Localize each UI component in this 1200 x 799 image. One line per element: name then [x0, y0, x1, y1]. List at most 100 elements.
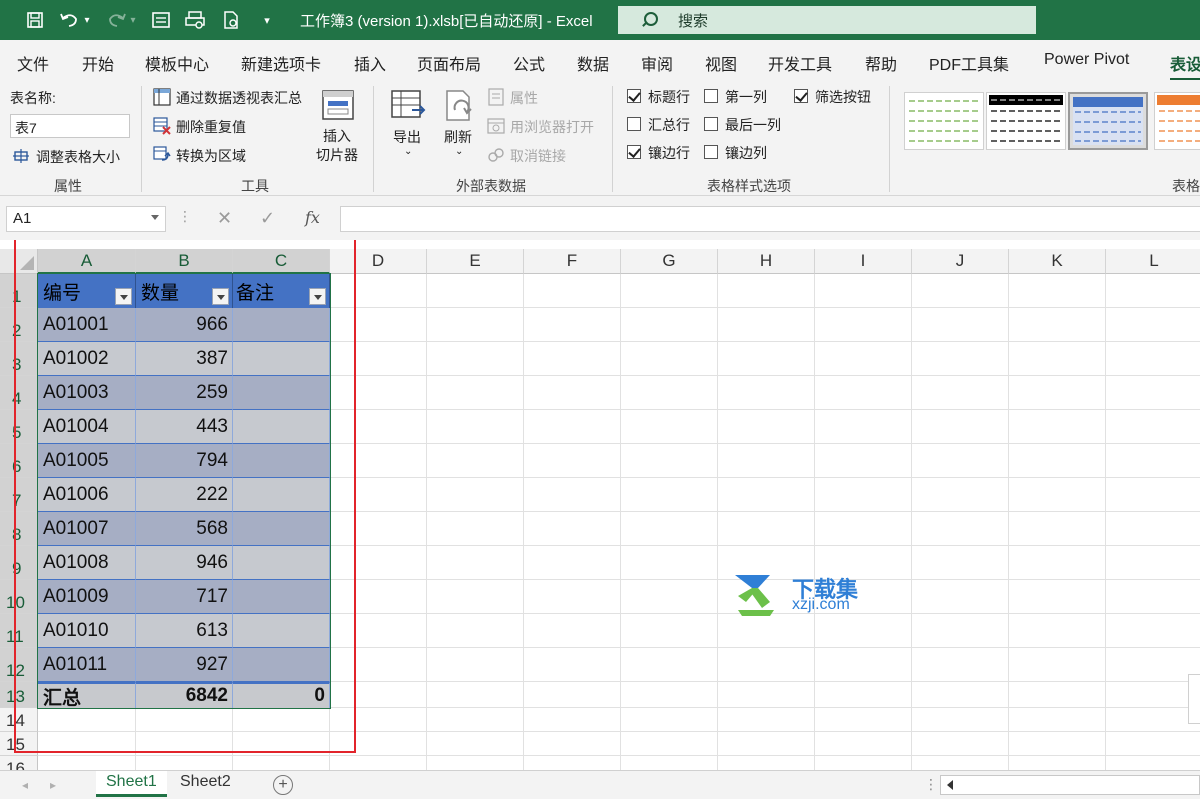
- row-header-1[interactable]: 1: [0, 274, 38, 308]
- column-header-k[interactable]: K: [1009, 249, 1106, 274]
- tab-developer[interactable]: 开发工具: [768, 51, 832, 75]
- column-header-h[interactable]: H: [718, 249, 815, 274]
- document-icon[interactable]: [218, 8, 244, 32]
- column-header-i[interactable]: I: [815, 249, 912, 274]
- select-all-corner[interactable]: [0, 249, 38, 274]
- column-header-j[interactable]: J: [912, 249, 1009, 274]
- last-column-checkbox[interactable]: [704, 117, 718, 131]
- row-header-14[interactable]: 14: [0, 708, 38, 732]
- sheet-tab-sheet2[interactable]: Sheet2: [170, 771, 241, 797]
- name-box-dropdown-icon[interactable]: [151, 215, 159, 220]
- next-sheet-icon[interactable]: ▸: [50, 778, 56, 792]
- horizontal-scrollbar[interactable]: [940, 775, 1200, 795]
- row-header-4[interactable]: 4: [0, 376, 38, 410]
- export-icon: [391, 90, 426, 118]
- tab-splitter-icon[interactable]: ⋮: [924, 776, 938, 793]
- row-header-16[interactable]: 16: [0, 756, 38, 770]
- tab-help[interactable]: 帮助: [865, 51, 897, 75]
- enter-icon[interactable]: ✓: [260, 208, 275, 229]
- gridline: [523, 274, 524, 770]
- save-icon[interactable]: [22, 8, 48, 32]
- ribbon: 表名称: 表7 调整表格大小 属性 通过数据透视表汇总 删除重复值 转换为区域 …: [0, 80, 1200, 196]
- tab-formulas[interactable]: 公式: [513, 51, 545, 75]
- banded-columns-checkbox[interactable]: [704, 145, 718, 159]
- tab-power-pivot[interactable]: Power Pivot: [1044, 51, 1129, 69]
- banded-rows-label: 镶边行: [648, 145, 690, 161]
- table-style-green[interactable]: [904, 92, 984, 150]
- form-icon[interactable]: [148, 8, 174, 32]
- column-header-b[interactable]: B: [136, 249, 233, 274]
- gridline: [38, 731, 1200, 732]
- first-column-checkbox[interactable]: [704, 89, 718, 103]
- tab-new-tab[interactable]: 新建选项卡: [241, 51, 321, 75]
- cancel-icon[interactable]: ✕: [217, 208, 232, 229]
- first-column-label: 第一列: [725, 89, 767, 105]
- unlink-label: 取消链接: [510, 148, 566, 164]
- undo-dropdown-icon[interactable]: ▾: [80, 8, 94, 32]
- table-style-blue-selected[interactable]: [1068, 92, 1148, 150]
- sheet-tab-sheet1[interactable]: Sheet1: [96, 771, 167, 797]
- row-header-13[interactable]: 13: [0, 682, 38, 708]
- row-header-9[interactable]: 9: [0, 546, 38, 580]
- search-box[interactable]: 搜索: [618, 6, 1036, 34]
- tab-file[interactable]: 文件: [17, 51, 49, 75]
- column-header-a[interactable]: A: [38, 249, 136, 274]
- name-box[interactable]: A1: [6, 206, 166, 232]
- row-header-7[interactable]: 7: [0, 478, 38, 512]
- tab-home[interactable]: 开始: [82, 51, 114, 75]
- tab-insert[interactable]: 插入: [354, 51, 386, 75]
- group-label-properties: 属性: [54, 178, 82, 194]
- scroll-left-icon[interactable]: [947, 780, 953, 790]
- vertical-scrollbar[interactable]: [1188, 674, 1200, 724]
- column-header-c[interactable]: C: [233, 249, 330, 274]
- header-row-checkbox[interactable]: [627, 89, 641, 103]
- filter-button-checkbox[interactable]: [794, 89, 808, 103]
- row-header-3[interactable]: 3: [0, 342, 38, 376]
- table-name-label: 表名称:: [10, 90, 56, 106]
- watermark-url: xzji.com: [792, 596, 850, 613]
- add-sheet-icon[interactable]: +: [273, 775, 293, 795]
- row-header-8[interactable]: 8: [0, 512, 38, 546]
- tab-data[interactable]: 数据: [577, 51, 609, 75]
- header-row-label: 标题行: [648, 89, 690, 105]
- row-header-12[interactable]: 12: [0, 648, 38, 682]
- prev-sheet-icon[interactable]: ◂: [22, 778, 28, 792]
- tab-page-layout[interactable]: 页面布局: [417, 51, 481, 75]
- row-header-15[interactable]: 15: [0, 732, 38, 756]
- tab-pdf-tools[interactable]: PDF工具集: [929, 51, 1009, 75]
- table-style-orange[interactable]: [1154, 92, 1200, 150]
- tab-review[interactable]: 审阅: [641, 51, 673, 75]
- resize-table-label: 调整表格大小: [36, 149, 120, 165]
- table-name-input[interactable]: 表7: [10, 114, 130, 138]
- column-header-d[interactable]: D: [330, 249, 427, 274]
- window-title: 工作簿3 (version 1).xlsb[已自动还原] - Excel: [300, 13, 593, 30]
- column-header-e[interactable]: E: [427, 249, 524, 274]
- formula-bar: A1 ⋮ ✕ ✓ fx: [0, 196, 1200, 240]
- row-header-11[interactable]: 11: [0, 614, 38, 648]
- pivot-table-icon: [153, 88, 171, 106]
- print-preview-icon[interactable]: [182, 8, 208, 32]
- gridline: [620, 274, 621, 770]
- total-row-checkbox[interactable]: [627, 117, 641, 131]
- row-header-6[interactable]: 6: [0, 444, 38, 478]
- column-header-l[interactable]: L: [1106, 249, 1200, 274]
- redo-dropdown-icon[interactable]: ▾: [126, 8, 140, 32]
- formula-input[interactable]: [340, 206, 1200, 232]
- column-header-f[interactable]: F: [524, 249, 621, 274]
- search-icon: [640, 11, 658, 29]
- customize-toolbar-icon[interactable]: ▾: [254, 8, 280, 32]
- formula-bar-more-icon[interactable]: ⋮: [178, 208, 192, 225]
- group-label-external-data: 外部表数据: [456, 178, 526, 194]
- table-style-dark[interactable]: [986, 92, 1066, 150]
- row-header-2[interactable]: 2: [0, 308, 38, 342]
- tab-table-design[interactable]: 表设: [1170, 51, 1200, 81]
- undo-icon[interactable]: [56, 8, 82, 32]
- row-header-5[interactable]: 5: [0, 410, 38, 444]
- tab-template-center[interactable]: 模板中心: [145, 51, 209, 75]
- tab-view[interactable]: 视图: [705, 51, 737, 75]
- column-header-g[interactable]: G: [621, 249, 718, 274]
- row-header-10[interactable]: 10: [0, 580, 38, 614]
- worksheet-grid[interactable]: A B C D E F G H I J K L 1 2 3 4 5 6 7 8 …: [0, 240, 1200, 770]
- insert-function-icon[interactable]: fx: [305, 208, 320, 227]
- banded-rows-checkbox[interactable]: [627, 145, 641, 159]
